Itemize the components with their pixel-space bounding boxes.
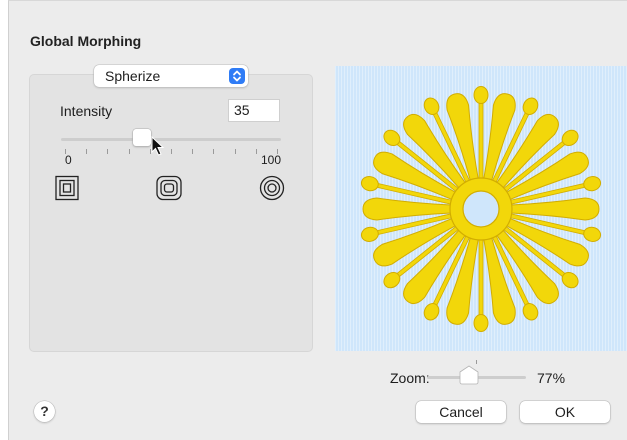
global-morphing-dialog: Global Morphing Spherize Intensity 35 0 …: [8, 0, 627, 440]
slider-tick: [192, 149, 194, 154]
zoom-center-tick: [476, 360, 477, 364]
help-button[interactable]: ?: [34, 401, 55, 422]
slider-tick: [128, 149, 130, 154]
chevron-updown-icon: [229, 68, 245, 84]
effect-type-value: Spherize: [105, 68, 161, 84]
effect-type-dropdown[interactable]: Spherize: [94, 65, 248, 87]
intensity-min-label: 0: [65, 153, 72, 167]
intensity-input[interactable]: 35: [228, 99, 280, 122]
mouse-pointer-icon: [151, 135, 165, 161]
slider-tick: [86, 149, 88, 154]
ok-button[interactable]: OK: [520, 401, 610, 423]
slider-tick: [171, 149, 172, 154]
zoom-slider-thumb[interactable]: [458, 365, 480, 390]
intensity-label: Intensity: [60, 103, 113, 119]
square-shape-icon[interactable]: [55, 175, 79, 206]
rounded-square-shape-icon[interactable]: [156, 175, 182, 206]
intensity-slider-thumb[interactable]: [133, 129, 151, 146]
circle-shape-icon[interactable]: [259, 175, 285, 206]
cancel-button[interactable]: Cancel: [416, 401, 506, 423]
slider-tick: [213, 149, 215, 154]
intensity-max-label: 100: [261, 153, 282, 167]
intensity-slider[interactable]: [61, 138, 281, 141]
dialog-title: Global Morphing: [30, 33, 142, 49]
zoom-label: Zoom:: [390, 370, 430, 386]
intensity-ticks: [61, 149, 281, 157]
slider-tick: [107, 149, 109, 154]
slider-tick: [255, 149, 257, 154]
slider-tick: [234, 149, 236, 154]
zoom-value: 77%: [537, 370, 566, 386]
flower-design-image: [360, 86, 602, 332]
design-preview: [335, 66, 627, 351]
